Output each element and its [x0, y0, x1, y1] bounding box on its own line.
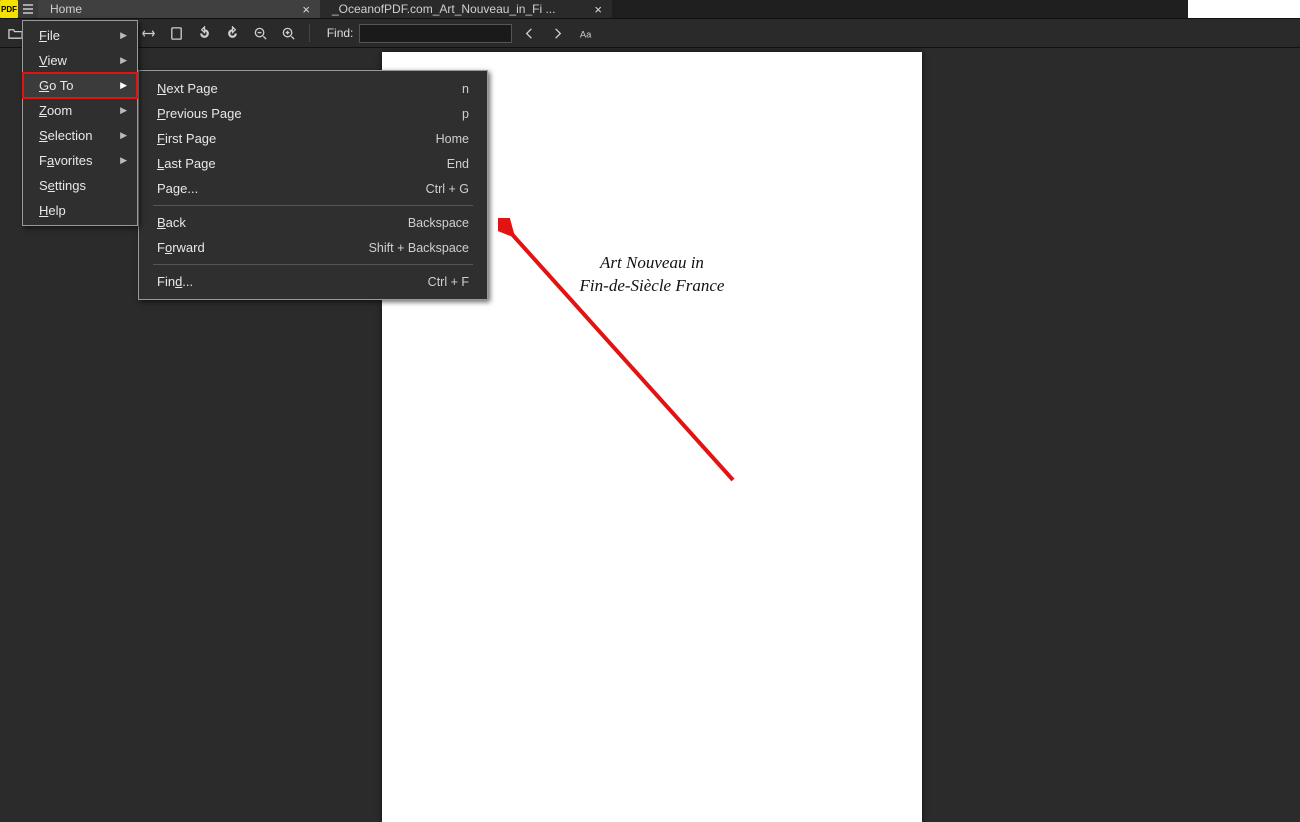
submenu-first-page[interactable]: First Page Home [139, 126, 487, 151]
menu-settings[interactable]: Settings [23, 173, 137, 198]
zoom-out-icon [253, 26, 268, 41]
submenu-forward[interactable]: Forward Shift + Backspace [139, 235, 487, 260]
chevron-left-icon [522, 26, 537, 41]
page-title-line2: Fin-de-Siècle France [580, 276, 725, 295]
menu-selection[interactable]: Selection▶ [23, 123, 137, 148]
separator [309, 24, 310, 42]
toolbar: / 444 Find: Aa [0, 18, 1300, 48]
rotate-right-icon [225, 26, 240, 41]
tab-document[interactable]: _OceanofPDF.com_Art_Nouveau_in_Fi ... × [320, 0, 612, 18]
match-case-button[interactable]: Aa [574, 22, 596, 44]
app-icon: PDF [0, 0, 18, 18]
zoom-in-icon [281, 26, 296, 41]
chevron-right-icon: ▶ [120, 130, 127, 141]
match-case-icon: Aa [578, 26, 593, 41]
shortcut-label: Shift + Backspace [369, 241, 469, 255]
main-menu: File▶ View▶ Go To▶ Zoom▶ Selection▶ Favo… [22, 20, 138, 226]
menu-zoom[interactable]: Zoom▶ [23, 98, 137, 123]
menu-help[interactable]: Help [23, 198, 137, 223]
submenu-back[interactable]: Back Backspace [139, 210, 487, 235]
zoom-in-button[interactable] [278, 22, 300, 44]
find-input[interactable] [359, 24, 512, 43]
close-icon[interactable]: × [292, 2, 310, 17]
menu-view[interactable]: View▶ [23, 48, 137, 73]
rotate-left-button[interactable] [194, 22, 216, 44]
shortcut-label: Ctrl + G [426, 182, 469, 196]
tab-home[interactable]: Home × [38, 0, 320, 18]
zoom-out-button[interactable] [250, 22, 272, 44]
menu-file[interactable]: File▶ [23, 23, 137, 48]
goto-submenu: Next Page n Previous Page p First Page H… [138, 70, 488, 300]
chevron-right-icon: ▶ [120, 105, 127, 116]
shortcut-label: End [447, 157, 469, 171]
open-folder-icon [8, 26, 23, 41]
shortcut-label: Backspace [408, 216, 469, 230]
submenu-previous-page[interactable]: Previous Page p [139, 101, 487, 126]
menu-separator [153, 205, 473, 206]
shortcut-label: Home [436, 132, 469, 146]
hamburger-icon [22, 3, 34, 15]
hamburger-menu-button[interactable] [18, 0, 38, 18]
menu-separator [153, 264, 473, 265]
tab-document-label: _OceanofPDF.com_Art_Nouveau_in_Fi ... [332, 2, 555, 16]
fit-page-icon [169, 26, 184, 41]
fit-width-icon [141, 26, 156, 41]
menu-favorites[interactable]: Favorites▶ [23, 148, 137, 173]
find-label: Find: [327, 26, 354, 40]
window-blank-region [1188, 0, 1300, 18]
tab-home-label: Home [50, 2, 82, 16]
page-title-line1: Art Nouveau in [600, 253, 704, 272]
rotate-left-icon [197, 26, 212, 41]
chevron-right-icon [550, 26, 565, 41]
find-prev-button[interactable] [518, 22, 540, 44]
submenu-last-page[interactable]: Last Page End [139, 151, 487, 176]
submenu-next-page[interactable]: Next Page n [139, 76, 487, 101]
tab-strip: PDF Home × _OceanofPDF.com_Art_Nouveau_i… [0, 0, 1300, 18]
shortcut-label: n [462, 82, 469, 96]
find-next-button[interactable] [546, 22, 568, 44]
shortcut-label: p [462, 107, 469, 121]
shortcut-label: Ctrl + F [428, 275, 469, 289]
svg-text:Aa: Aa [580, 29, 592, 39]
chevron-right-icon: ▶ [120, 30, 127, 41]
submenu-find[interactable]: Find... Ctrl + F [139, 269, 487, 294]
rotate-right-button[interactable] [222, 22, 244, 44]
submenu-page[interactable]: Page... Ctrl + G [139, 176, 487, 201]
menu-goto[interactable]: Go To▶ [23, 73, 137, 98]
close-icon[interactable]: × [584, 2, 602, 17]
fit-width-button[interactable] [138, 22, 160, 44]
fit-page-button[interactable] [166, 22, 188, 44]
chevron-right-icon: ▶ [120, 55, 127, 66]
chevron-right-icon: ▶ [120, 80, 127, 91]
chevron-right-icon: ▶ [120, 155, 127, 166]
